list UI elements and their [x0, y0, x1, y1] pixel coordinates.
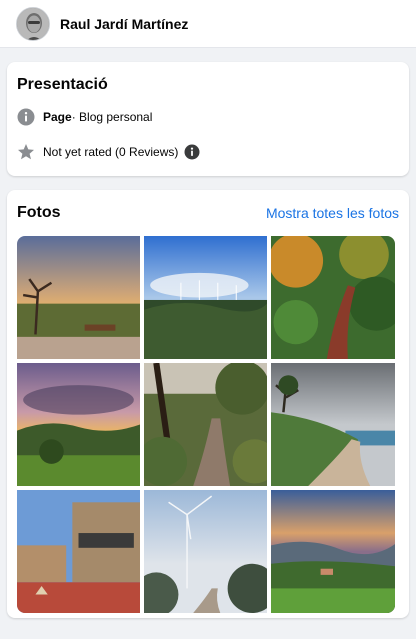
rating-text: Not yet rated (0 Reviews): [43, 145, 179, 159]
photo-forest-trail-pines[interactable]: [144, 363, 267, 486]
info-icon: [17, 108, 35, 126]
category-label: Page: [43, 110, 72, 124]
photo-sunset-tree-bench[interactable]: [17, 236, 140, 359]
profile-name[interactable]: Raul Jardí Martínez: [60, 16, 188, 32]
photo-purple-clouds-field[interactable]: [17, 363, 140, 486]
photo-wind-turbine-fog[interactable]: [144, 490, 267, 613]
category-text: · Blog personal: [71, 110, 153, 124]
photo-grid: [17, 236, 395, 613]
rating-row: Not yet rated (0 Reviews): [17, 143, 399, 161]
photos-header: Fotos Mostra totes les fotos: [17, 204, 399, 222]
intro-card: Presentació Page · Blog personal Not yet…: [7, 62, 409, 176]
avatar[interactable]: [16, 6, 50, 41]
photo-valley-sunset-fields[interactable]: [271, 490, 395, 613]
photos-title: Fotos: [17, 204, 61, 221]
photo-forest-path-autumn[interactable]: [271, 236, 395, 359]
photo-coastal-road-sea[interactable]: [271, 363, 395, 486]
profile-header: Raul Jardí Martínez: [0, 0, 416, 48]
category-row: Page · Blog personal: [17, 108, 399, 126]
info-icon[interactable]: [184, 144, 200, 160]
see-all-photos-link[interactable]: Mostra totes les fotos: [266, 205, 399, 221]
photos-card: Fotos Mostra totes les fotos: [7, 190, 409, 618]
photo-wind-turbines-hills[interactable]: [144, 236, 267, 359]
star-icon: [17, 143, 35, 161]
photo-stone-building-street[interactable]: [17, 490, 140, 613]
intro-title: Presentació: [17, 76, 108, 93]
